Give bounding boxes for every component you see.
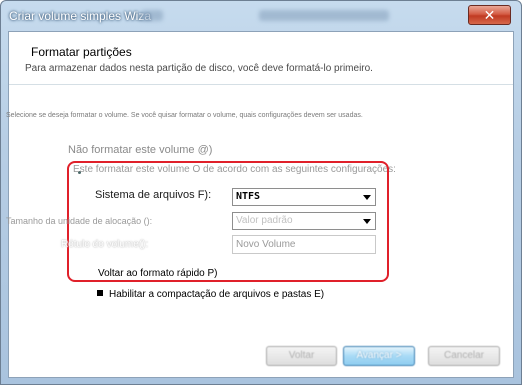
chevron-down-icon <box>363 219 371 224</box>
title-blur-1 <box>141 10 163 21</box>
next-button[interactable]: Avançar > <box>343 346 415 366</box>
close-icon: ✕ <box>483 6 496 23</box>
wizard-client-area: Formatar partições Para armazenar dados … <box>6 31 514 378</box>
quick-format-label: Voltar ao formato rápido P) <box>98 268 218 279</box>
volume-label-input[interactable]: Novo Volume <box>232 235 376 254</box>
allocation-label: Tamanho da unidade de alocação (): <box>6 216 153 226</box>
instruction-text: Selecione se deseja formatar o volume. S… <box>6 112 363 119</box>
allocation-select[interactable]: Valor padrão <box>232 212 376 230</box>
close-button[interactable]: ✕ <box>468 5 511 25</box>
radio-no-format[interactable]: Não formatar este volume @) <box>68 144 212 156</box>
title-bar[interactable]: Criar volume simples Wiza ✕ <box>1 1 521 31</box>
filesystem-value: NTFS <box>236 191 261 202</box>
allocation-value: Valor padrão <box>236 215 293 226</box>
cancel-button[interactable]: Cancelar <box>428 346 500 366</box>
title-blur-2 <box>259 10 389 21</box>
wizard-header: Formatar partições Para armazenar dados … <box>9 32 513 85</box>
page-title: Formatar partições <box>31 45 132 59</box>
next-button-label: Avançar > <box>356 350 402 361</box>
filesystem-label: Sistema de arquivos F): <box>95 189 212 201</box>
cancel-button-label: Cancelar <box>443 350 485 361</box>
back-button-label: Voltar <box>288 350 315 361</box>
volume-label-value: Novo Volume <box>236 239 296 250</box>
volume-label-label: Rótulo do volume(): <box>61 239 149 250</box>
chevron-down-icon <box>363 195 371 200</box>
back-button[interactable]: Voltar <box>266 346 337 366</box>
compression-label: Habilitar a compactação de arquivos e pa… <box>109 289 325 300</box>
page-subtitle: Para armazenar dados nesta partição de d… <box>25 63 373 74</box>
quick-format-checkbox[interactable]: Voltar ao formato rápido P) <box>98 268 218 279</box>
compression-checkbox[interactable]: Habilitar a compactação de arquivos e pa… <box>97 289 324 300</box>
window-title: Criar volume simples Wiza <box>9 9 152 23</box>
filesystem-select[interactable]: NTFS <box>232 188 376 206</box>
wizard-window: Criar volume simples Wiza ✕ Formatar par… <box>0 0 522 385</box>
checkbox-mark-icon <box>97 290 103 296</box>
